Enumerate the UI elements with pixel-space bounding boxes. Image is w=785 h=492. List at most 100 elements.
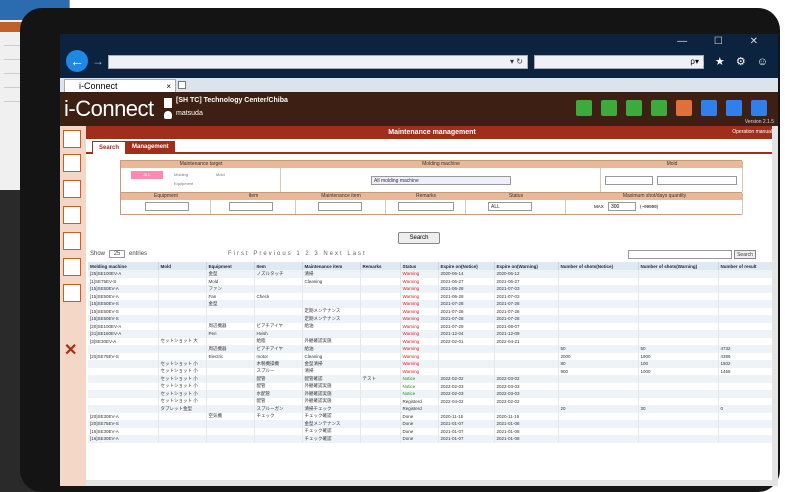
- menu-graph-icon[interactable]: [63, 284, 81, 302]
- column-header[interactable]: Maintenance item: [302, 262, 361, 270]
- column-header[interactable]: Number of shots(Warning): [638, 262, 719, 270]
- table-row[interactable]: [16]SE30EV-A チェック確認 Done 2021-01-07 2021-01-…: [88, 435, 778, 443]
- header-app-icon-4[interactable]: [651, 100, 667, 116]
- table-row[interactable]: [15]SE50EV-A Fan Check Warning 2021-06-28 202…: [88, 292, 778, 300]
- header-app-icon-6[interactable]: [701, 100, 717, 116]
- column-header[interactable]: Molding machine: [88, 262, 159, 270]
- forward-button[interactable]: →: [92, 54, 104, 68]
- table-search-button[interactable]: Search: [734, 250, 756, 259]
- table-row[interactable]: タブレット金型 スプルーガン 清掃チェック Registerd 20 30 0: [88, 405, 778, 413]
- browser-toolbar-icons[interactable]: ⌂ ★ ⚙ ☺: [697, 55, 772, 68]
- header-app-icon-5[interactable]: [676, 100, 692, 116]
- page-title: Maintenance management: [388, 129, 476, 136]
- table-cell: 50: [558, 345, 639, 353]
- tab-management[interactable]: Management: [126, 141, 175, 154]
- target-all-button[interactable]: ALL: [131, 171, 163, 179]
- table-row[interactable]: [20]SE75EV-S Electric motor Cleaning Warning…: [88, 352, 778, 360]
- table-row[interactable]: [15]SE50EV-S 定期メンテナンス Warning 2021-07-28 202…: [88, 315, 778, 323]
- column-header[interactable]: Mold: [158, 262, 207, 270]
- target-mold-option[interactable]: Mold: [213, 171, 228, 178]
- address-bar[interactable]: ▾ ↻: [108, 55, 528, 69]
- menu-hand-icon[interactable]: [63, 130, 81, 148]
- table-row[interactable]: [16]SE30EV-A チェック確認 Done 2021-01-07 2021-01-…: [88, 427, 778, 435]
- maintenance-target-header: Maintenance target: [121, 161, 281, 168]
- column-header[interactable]: Number of result: [718, 262, 778, 270]
- window-controls[interactable]: — ☐ ✕: [677, 36, 770, 47]
- show-entries[interactable]: Show 25 entries: [90, 250, 147, 258]
- table-cell: Electric: [206, 352, 255, 360]
- mold-select[interactable]: [605, 176, 653, 185]
- header-app-icon-8[interactable]: [751, 100, 767, 116]
- column-header[interactable]: Status: [400, 262, 439, 270]
- header-app-icon-2[interactable]: [601, 100, 617, 116]
- table-row[interactable]: [15]SE50EV-S 定期メンテナンス Warning 2021-07-28 202…: [88, 307, 778, 315]
- menu-document-icon[interactable]: [63, 180, 81, 198]
- header-app-icon-3[interactable]: [626, 100, 642, 116]
- table-cell: [558, 382, 639, 390]
- menu-tools-icon[interactable]: ✕: [64, 340, 77, 360]
- table-row[interactable]: [25]SE100EV-A 金型 ノズルタッチ 清掃 Warning 2020-06-14…: [88, 270, 778, 278]
- header-app-icon-7[interactable]: [726, 100, 742, 116]
- column-header[interactable]: Expire on(Notice): [438, 262, 495, 270]
- table-cell: [360, 292, 401, 300]
- table-cell: [88, 397, 159, 405]
- vertical-scrollbar[interactable]: [772, 126, 778, 486]
- table-row[interactable]: [1]SE75EV-S Mold Cleaning Warning 2021-06-27…: [88, 277, 778, 285]
- column-header[interactable]: Number of shots(Notice): [558, 262, 639, 270]
- table-row[interactable]: [3]SE30EV-A セットショット 大給脂 外観確認実施 Warning 2022-…: [88, 337, 778, 345]
- table-search-input[interactable]: [628, 250, 732, 259]
- menu-camera-icon[interactable]: [63, 232, 81, 250]
- status-select[interactable]: ALL: [488, 202, 532, 211]
- browser-tab[interactable]: i-Connect ×: [64, 79, 176, 92]
- filter-col-item: Item: [211, 193, 296, 214]
- column-header[interactable]: Equipment: [206, 262, 255, 270]
- show-value[interactable]: 25: [108, 250, 126, 258]
- table-cell: [638, 397, 719, 405]
- table-cell: [638, 315, 719, 323]
- new-tab-button[interactable]: [178, 81, 186, 89]
- table-row[interactable]: [20]SE30EV-A 空気機 チェック チェック確認 Done 2020-11-15 2…: [88, 412, 778, 420]
- table-row[interactable]: セットショット 小 配管 配管確認 テスト Notice 2022-02-02 2022-0…: [88, 375, 778, 383]
- horizontal-scrollbar[interactable]: [86, 480, 772, 486]
- menu-user-icon[interactable]: [63, 154, 81, 172]
- table-row[interactable]: [15]SE50EV-S 金型 Warning 2021-07-28 2021-07-2…: [88, 300, 778, 308]
- table-row[interactable]: 周辺機器 ビアチアイヤ 給油 Warning 50 50 4732: [88, 345, 778, 353]
- column-header[interactable]: Expire on(Warning): [494, 262, 559, 270]
- table-row[interactable]: [20]SE100EV-A 周辺機器 ビアチアイヤ 給油 Warning 2021-07-…: [88, 322, 778, 330]
- table-row[interactable]: セットショット 小 スプルー 清掃 Warning 900 1000 1468: [88, 367, 778, 375]
- tab-search[interactable]: Search: [92, 141, 127, 154]
- target-molding-option[interactable]: Molding: [171, 171, 191, 178]
- header-app-icon-1[interactable]: [576, 100, 592, 116]
- table-row[interactable]: セットショット 小 配管 外観確認実施 Registerd 2022-04-02 2022…: [88, 397, 778, 405]
- remarks-input[interactable]: [398, 202, 454, 211]
- browser-search-box[interactable]: ρ▾: [534, 55, 704, 69]
- table-row[interactable]: [15]SE50EV-A ファン Warning 2021-06-28 2021-07-…: [88, 285, 778, 293]
- mold-input[interactable]: [657, 176, 737, 185]
- maintenance-item-input[interactable]: [318, 202, 362, 211]
- column-header[interactable]: Item: [254, 262, 303, 270]
- table-row[interactable]: セットショット 小 配管 外観確認実施 Notice 2022-02-03 2022-03…: [88, 382, 778, 390]
- back-button[interactable]: ←: [66, 50, 88, 72]
- molding-machine-select[interactable]: All molding machine: [371, 176, 511, 185]
- column-header[interactable]: Remarks: [360, 262, 401, 270]
- max-shot-input[interactable]: 300: [608, 202, 636, 211]
- paging-bar: Show 25 entries First Previous 1 2 3 Nex…: [88, 250, 778, 261]
- table-row[interactable]: セットショット 小 木製機操機 金型清掃 Warning 80 100 1502: [88, 360, 778, 368]
- table-cell: [718, 420, 778, 428]
- table-cell: [254, 435, 303, 443]
- equipment-input[interactable]: [145, 202, 189, 211]
- main-area: ✕ Maintenance management Operation manua…: [60, 126, 778, 486]
- operation-manual-link[interactable]: Operation manual: [732, 126, 772, 139]
- table-row[interactable]: セットショット 小 水配管 外観確認実施 Notice 2022-02-03 2022-0…: [88, 390, 778, 398]
- table-cell: [638, 300, 719, 308]
- target-equipment-option[interactable]: Equipment: [171, 180, 196, 187]
- menu-chart-icon[interactable]: [63, 258, 81, 276]
- item-input[interactable]: [229, 202, 273, 211]
- menu-monitor-icon[interactable]: [63, 206, 81, 224]
- table-cell: [158, 285, 207, 293]
- search-button[interactable]: Search: [398, 232, 440, 244]
- table-row[interactable]: [20]SE75EV-S 金型メンテナンス Done 2021-01-07 2021-0…: [88, 420, 778, 428]
- table-row[interactable]: [21]SE180EV-A Peri Hvish Warning 2021-12-04 2…: [88, 330, 778, 338]
- pagination[interactable]: First Previous 1 2 3 Next Last: [228, 251, 367, 257]
- table-cell: [494, 345, 559, 353]
